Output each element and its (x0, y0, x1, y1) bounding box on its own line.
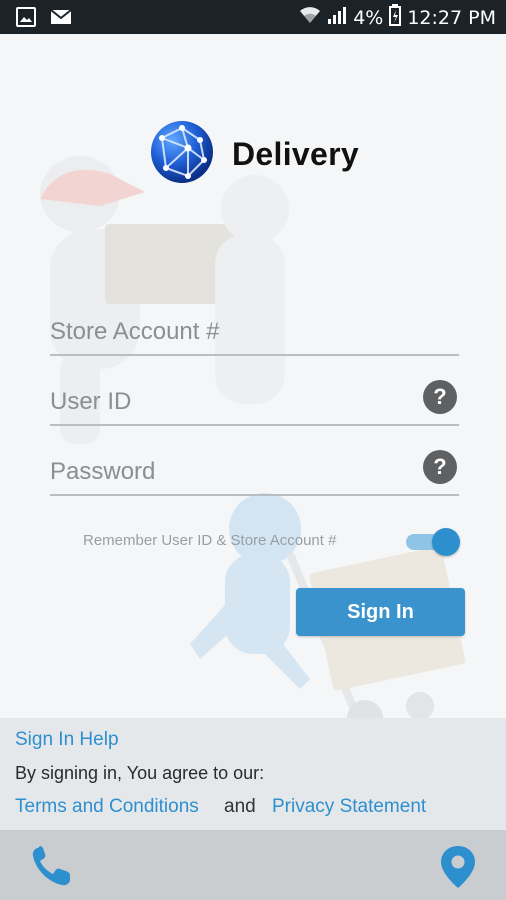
toggle-knob (432, 528, 460, 556)
remember-label: Remember User ID & Store Account # (83, 532, 337, 549)
user-id-field[interactable]: User ID ? (50, 370, 459, 426)
location-pin-icon[interactable] (438, 844, 478, 890)
signal-icon (327, 5, 347, 30)
battery-percent: 4% (353, 6, 384, 29)
globe-network-logo (148, 118, 216, 191)
and-text: and (224, 796, 256, 817)
agreement-text: By signing in, You agree to our: (15, 763, 265, 783)
wifi-icon (299, 4, 321, 31)
sign-in-button[interactable]: Sign In (296, 588, 465, 636)
remember-toggle[interactable] (406, 527, 460, 557)
legal-section: Sign In Help By signing in, You agree to… (0, 718, 506, 830)
clock: 12:27 PM (407, 6, 496, 29)
user-id-placeholder: User ID (50, 388, 132, 415)
store-account-placeholder: Store Account # (50, 318, 220, 345)
status-bar: 4% 12:27 PM (0, 0, 506, 34)
terms-link[interactable]: Terms and Conditions (15, 796, 199, 818)
brand-header: Delivery (148, 118, 359, 191)
password-help-icon[interactable]: ? (423, 450, 457, 484)
phone-icon[interactable] (28, 844, 74, 890)
mail-icon (50, 7, 72, 32)
sign-in-help-link[interactable]: Sign In Help (15, 729, 119, 751)
password-placeholder: Password (50, 458, 156, 485)
battery-icon (389, 4, 402, 31)
login-screen: Delivery Store Account # User ID ? Passw… (0, 34, 506, 718)
bottom-bar (0, 830, 506, 900)
store-account-field[interactable]: Store Account # (50, 300, 459, 356)
password-field[interactable]: Password ? (50, 440, 459, 496)
privacy-link[interactable]: Privacy Statement (272, 796, 426, 818)
user-id-help-icon[interactable]: ? (423, 380, 457, 414)
app-title: Delivery (232, 136, 359, 172)
image-icon (16, 7, 36, 32)
